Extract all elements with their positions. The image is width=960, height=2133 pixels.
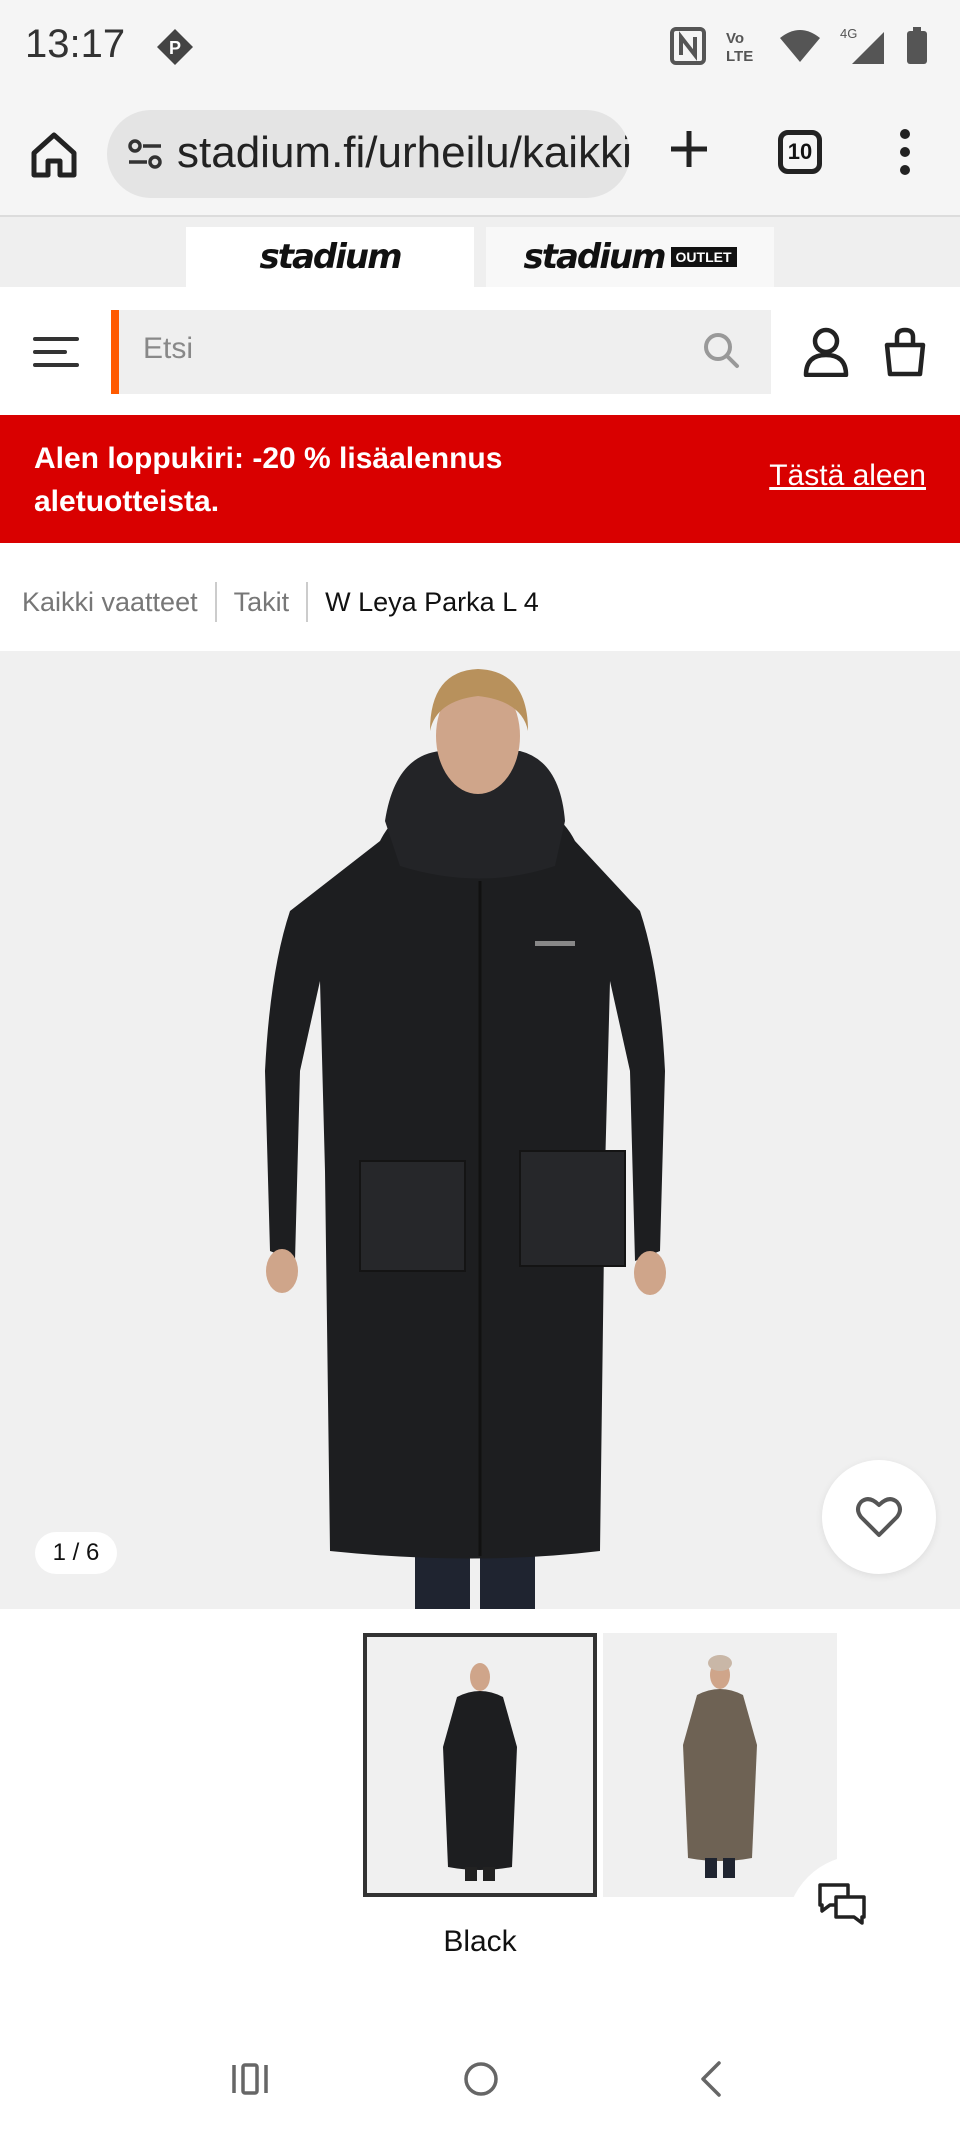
product-main-image[interactable] — [0, 651, 960, 1609]
svg-text:Vo: Vo — [726, 30, 744, 47]
wifi-icon — [780, 30, 820, 62]
system-nav-bar — [0, 2020, 960, 2133]
tab-switcher-button[interactable]: 10 — [778, 130, 822, 174]
status-time: 13:17 — [25, 22, 126, 66]
battery-icon — [907, 27, 927, 64]
shopping-bag-icon[interactable] — [883, 327, 927, 377]
volte-icon: VoLTE — [726, 30, 753, 65]
browser-toolbar: stadium.fi/urheilu/kaikki-vaatteet 10 — [0, 95, 960, 217]
stadium-outlet-logo: stadium — [523, 237, 666, 277]
more-options-icon[interactable] — [895, 127, 915, 177]
parking-notification-icon: P — [157, 29, 193, 65]
menu-icon[interactable] — [33, 337, 79, 367]
search-icon[interactable] — [701, 330, 741, 370]
breadcrumb-item-current: W Leya Parka L 4 — [325, 586, 539, 617]
wishlist-button[interactable] — [822, 1460, 936, 1574]
url-text: stadium.fi/urheilu/kaikki-vaatteet — [177, 128, 630, 177]
promo-link[interactable]: Tästä aleen — [769, 459, 926, 493]
network-label: 4G — [840, 26, 857, 41]
outlet-badge: OUTLET — [670, 247, 737, 267]
thumbnail-brown[interactable] — [603, 1633, 837, 1897]
thumbnail-black-illustration — [443, 1663, 517, 1881]
promo-text: Alen loppukiri: -20 % lisäalennus aletuo… — [34, 442, 503, 518]
site-header: Etsi — [0, 287, 960, 415]
recent-apps-icon[interactable] — [230, 2062, 270, 2096]
account-icon[interactable] — [803, 327, 849, 377]
tab-stadium-outlet[interactable]: stadium OUTLET — [486, 227, 774, 287]
selected-color-label: Black — [443, 1925, 517, 1958]
store-tabs: stadium stadium OUTLET — [0, 217, 960, 287]
signal-4g-icon: 4G — [840, 26, 884, 64]
home-icon[interactable] — [28, 129, 80, 181]
parka-model-illustration — [265, 669, 666, 1609]
search-input[interactable]: Etsi — [143, 332, 193, 366]
image-counter: 1 / 6 — [35, 1532, 117, 1574]
breadcrumb-divider — [214, 582, 217, 622]
nfc-icon — [670, 27, 706, 65]
chat-button[interactable] — [786, 1855, 936, 2005]
svg-text:LTE: LTE — [726, 48, 753, 65]
breadcrumb-item-all-clothing[interactable]: Kaikki vaatteet — [22, 587, 198, 618]
home-nav-icon[interactable] — [462, 2060, 500, 2098]
status-bar: 13:17 P Vo LTE 4G — [0, 0, 960, 95]
thumbnail-black[interactable] — [363, 1633, 597, 1897]
thumbnail-brown-illustration — [683, 1655, 757, 1878]
chat-icon — [818, 1883, 866, 1925]
p-icon-letter: P — [169, 38, 181, 58]
stadium-logo: stadium — [259, 237, 402, 277]
address-bar[interactable]: stadium.fi/urheilu/kaikki-vaatteet — [107, 110, 630, 198]
promo-banner: Alen loppukiri: -20 % lisäalennus aletuo… — [0, 415, 960, 543]
breadcrumb-divider — [306, 582, 309, 622]
search-field[interactable]: Etsi — [111, 310, 771, 394]
tab-stadium[interactable]: stadium — [186, 227, 474, 287]
breadcrumb-item-jackets[interactable]: Takit — [234, 587, 290, 618]
site-settings-icon[interactable] — [125, 134, 165, 174]
status-icons: Vo LTE 4G — [670, 24, 928, 68]
back-icon[interactable] — [697, 2060, 723, 2098]
new-tab-icon[interactable] — [665, 125, 713, 173]
breadcrumb: Kaikki vaatteet Takit W Leya Parka L 4 — [22, 582, 539, 622]
heart-icon — [856, 1497, 902, 1537]
